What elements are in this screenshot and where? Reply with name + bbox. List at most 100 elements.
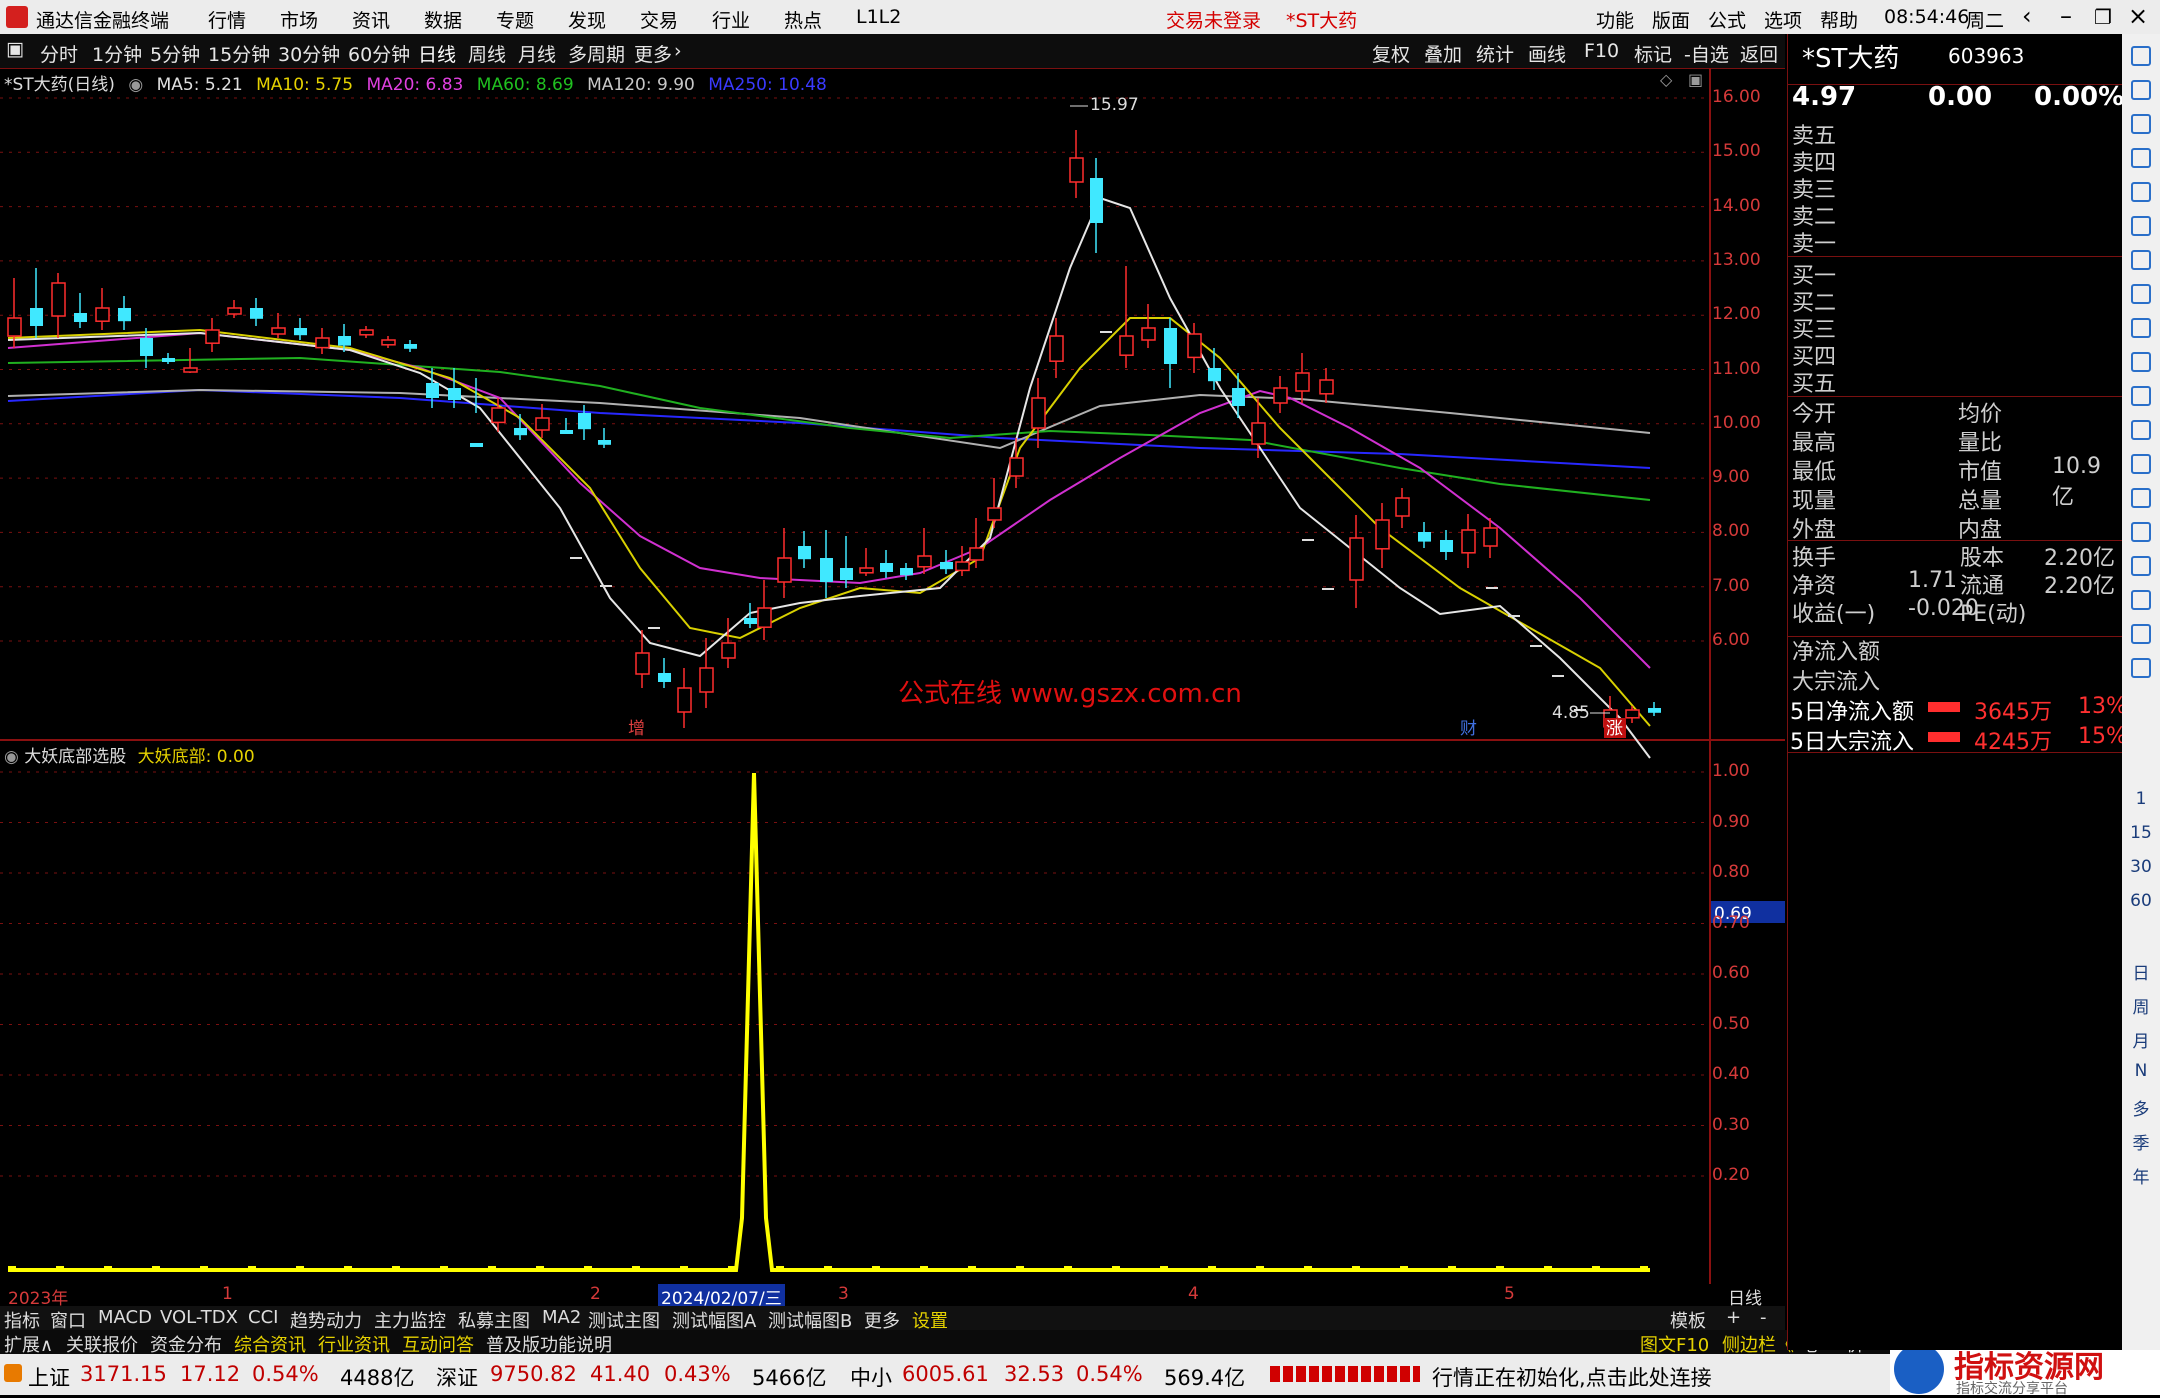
tab-more[interactable]: 更多: [634, 40, 672, 67]
chart-diamond-icon[interactable]: ◇: [1660, 70, 1672, 89]
side-period-4[interactable]: 日: [2122, 959, 2160, 984]
tab-vol-tdx[interactable]: VOL-TDX: [160, 1307, 238, 1328]
side-period-0[interactable]: 1: [2122, 789, 2160, 809]
menu-zhuanti[interactable]: 专题: [496, 6, 534, 33]
f2-icon[interactable]: [2131, 420, 2151, 440]
move-icon[interactable]: [2131, 556, 2151, 576]
tab-daily[interactable]: 日线: [418, 40, 456, 67]
btn-fuquan[interactable]: 复权: [1372, 40, 1410, 67]
menu-banmian[interactable]: 版面: [1652, 6, 1690, 33]
btn-diejia[interactable]: 叠加: [1424, 40, 1462, 67]
tab-15min[interactable]: 15分钟: [208, 40, 270, 67]
indicator-settings-icon[interactable]: ◉: [4, 747, 19, 767]
menu-redian[interactable]: 热点: [784, 6, 822, 33]
kline-icon[interactable]: [2131, 250, 2151, 270]
menu-gongneng[interactable]: 功能: [1596, 6, 1634, 33]
tab-60min[interactable]: 60分钟: [348, 40, 410, 67]
status-message[interactable]: 行情正在初始化,点击此处连接: [1432, 1362, 1712, 1392]
tab-monthly[interactable]: 月线: [518, 40, 556, 67]
tab-1min[interactable]: 1分钟: [92, 40, 142, 67]
menu-hangqing[interactable]: 行情: [208, 6, 246, 33]
rsi-icon[interactable]: [2131, 522, 2151, 542]
candle-body: [635, 652, 650, 675]
tab-macd[interactable]: MACD: [98, 1307, 152, 1328]
btn-huaxian[interactable]: 画线: [1528, 40, 1566, 67]
btn-tongji[interactable]: 统计: [1476, 40, 1514, 67]
document-icon[interactable]: [2131, 386, 2151, 406]
menu-xuanxiang[interactable]: 选项: [1764, 6, 1802, 33]
btn-remove-pane[interactable]: -: [1760, 1307, 1767, 1328]
menu-bangzhu[interactable]: 帮助: [1820, 6, 1858, 33]
menu-zixun[interactable]: 资讯: [352, 6, 390, 33]
menu-hangye[interactable]: 行业: [712, 6, 750, 33]
chat-icon[interactable]: [2131, 488, 2151, 508]
indicator-title: ◉ 大妖底部选股 大妖底部: 0.00: [4, 742, 255, 767]
chart-window-icon[interactable]: ▣: [1688, 70, 1703, 89]
maximize-icon[interactable]: ❐: [2094, 5, 2112, 29]
price-tick: 14.00: [1712, 195, 1761, 216]
mark-zeng[interactable]: 增: [628, 719, 645, 739]
side-period-3[interactable]: 60: [2122, 891, 2160, 911]
table-icon[interactable]: [2131, 352, 2151, 372]
chevron-right-icon[interactable]: ›: [674, 40, 682, 62]
candle-body: [1208, 368, 1221, 382]
pen-icon[interactable]: [2131, 590, 2151, 610]
login-status[interactable]: 交易未登录: [1166, 6, 1261, 33]
tab-ma2[interactable]: MA2: [542, 1307, 581, 1328]
btn-zixuan[interactable]: -自选: [1684, 40, 1729, 67]
fs-icon[interactable]: [2131, 624, 2151, 644]
indicator-tick: 0.40: [1712, 1064, 1750, 1084]
menu-gongshi[interactable]: 公式: [1708, 6, 1746, 33]
tab-weekly[interactable]: 周线: [468, 40, 506, 67]
grid-icon[interactable]: [2131, 182, 2151, 202]
list-icon[interactable]: [2131, 284, 2151, 304]
down-arrow-icon[interactable]: [2131, 114, 2151, 134]
menu-l1l2[interactable]: L1L2: [856, 6, 901, 28]
side-period-9[interactable]: 季: [2122, 1129, 2160, 1154]
tab-5min[interactable]: 5分钟: [150, 40, 200, 67]
kline-chart[interactable]: 15.97 4.85 公式在线 www.gszx.com.cn 增 财 涨 0.…: [0, 68, 1785, 1284]
mark-zhang[interactable]: 涨: [1606, 719, 1623, 739]
line-chart-icon[interactable]: [2131, 216, 2151, 236]
indicator-line: [8, 772, 1650, 1272]
menu-shuju[interactable]: 数据: [424, 6, 462, 33]
side-period-8[interactable]: 多: [2122, 1095, 2160, 1120]
tab-30min[interactable]: 30分钟: [278, 40, 340, 67]
tab-multi[interactable]: 多周期: [568, 40, 625, 67]
chevron-left-icon[interactable]: [2131, 46, 2151, 66]
layout-icon[interactable]: ▣: [6, 38, 24, 60]
menu-jiaoyi[interactable]: 交易: [640, 6, 678, 33]
side-period-10[interactable]: 年: [2122, 1163, 2160, 1188]
clock-icon[interactable]: [2131, 454, 2151, 474]
close-icon[interactable]: ×: [2128, 2, 2148, 30]
fund-icon[interactable]: [2131, 318, 2151, 338]
menu-faxian[interactable]: 发现: [568, 6, 606, 33]
tab-fenshi[interactable]: 分时: [40, 40, 78, 67]
sz-label: 深证: [436, 1366, 478, 1390]
quote-pct: 0.00%: [2034, 82, 2125, 112]
mark-cai[interactable]: 财: [1460, 719, 1477, 739]
btn-f10[interactable]: F10: [1584, 40, 1619, 62]
btn-biaoji[interactable]: 标记: [1634, 40, 1672, 67]
stat-value: 1.71: [1908, 568, 1957, 593]
market-icon[interactable]: [4, 1364, 22, 1382]
back-icon[interactable]: ‹: [2022, 2, 2032, 30]
side-period-2[interactable]: 30: [2122, 857, 2160, 877]
side-period-7[interactable]: N: [2122, 1061, 2160, 1081]
candle-body: [1141, 327, 1156, 341]
candle-body: [1069, 157, 1084, 183]
side-period-5[interactable]: 周: [2122, 993, 2160, 1018]
box-icon[interactable]: [2131, 658, 2151, 678]
candle-body: [491, 407, 506, 424]
menu-shichang[interactable]: 市场: [280, 6, 318, 33]
tab-cci[interactable]: CCI: [248, 1307, 278, 1328]
candle-body: [777, 557, 792, 583]
minimize-icon[interactable]: –: [2060, 2, 2072, 30]
stock-icon[interactable]: [2131, 148, 2151, 168]
side-period-1[interactable]: 15: [2122, 823, 2160, 843]
side-period-6[interactable]: 月: [2122, 1027, 2160, 1052]
btn-add-pane[interactable]: +: [1726, 1307, 1741, 1328]
btn-fanhui[interactable]: 返回: [1740, 40, 1778, 67]
up-arrow-icon[interactable]: [2131, 80, 2151, 100]
candle-body: [1349, 537, 1364, 581]
